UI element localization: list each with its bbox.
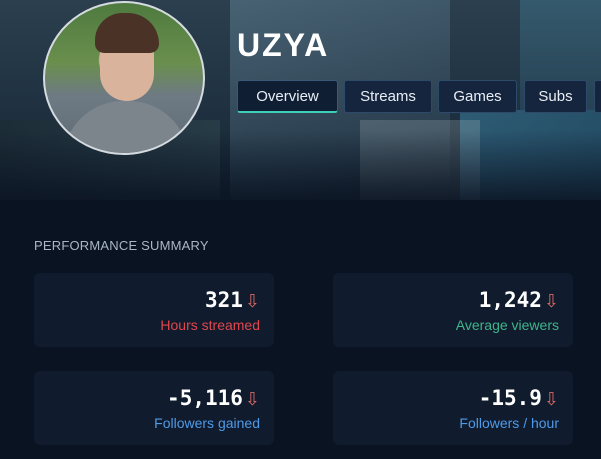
tab-more-partial[interactable] bbox=[594, 80, 601, 113]
arrow-down-icon: ⇩ bbox=[543, 389, 559, 410]
stat-card-followers-per-hour: -15.9 ⇩ Followers / hour bbox=[333, 371, 573, 445]
stat-label: Hours streamed bbox=[160, 317, 260, 333]
stat-label: Average viewers bbox=[455, 317, 559, 333]
tab-overview[interactable]: Overview bbox=[237, 80, 338, 113]
stat-card-average-viewers: 1,242 ⇩ Average viewers bbox=[333, 273, 573, 347]
stat-value: -5,116 ⇩ bbox=[167, 386, 260, 410]
tab-games[interactable]: Games bbox=[438, 80, 517, 113]
stat-label: Followers gained bbox=[154, 415, 260, 431]
stat-value: 1,242 ⇩ bbox=[478, 288, 559, 312]
stat-value: -15.9 ⇩ bbox=[478, 386, 559, 410]
stat-card-hours-streamed: 321 ⇩ Hours streamed bbox=[34, 273, 274, 347]
arrow-down-icon: ⇩ bbox=[244, 389, 260, 410]
tab-streams[interactable]: Streams bbox=[344, 80, 432, 113]
channel-name: UZYA bbox=[237, 27, 330, 63]
avatar-shirt bbox=[63, 101, 189, 153]
section-title: PERFORMANCE SUMMARY bbox=[34, 238, 209, 253]
avatar-hair bbox=[95, 13, 159, 53]
stat-card-followers-gained: -5,116 ⇩ Followers gained bbox=[34, 371, 274, 445]
stat-value: 321 ⇩ bbox=[204, 288, 260, 312]
arrow-down-icon: ⇩ bbox=[244, 291, 260, 312]
stat-label: Followers / hour bbox=[459, 415, 559, 431]
tab-subs[interactable]: Subs bbox=[524, 80, 587, 113]
channel-avatar bbox=[43, 1, 205, 155]
arrow-down-icon: ⇩ bbox=[543, 291, 559, 312]
